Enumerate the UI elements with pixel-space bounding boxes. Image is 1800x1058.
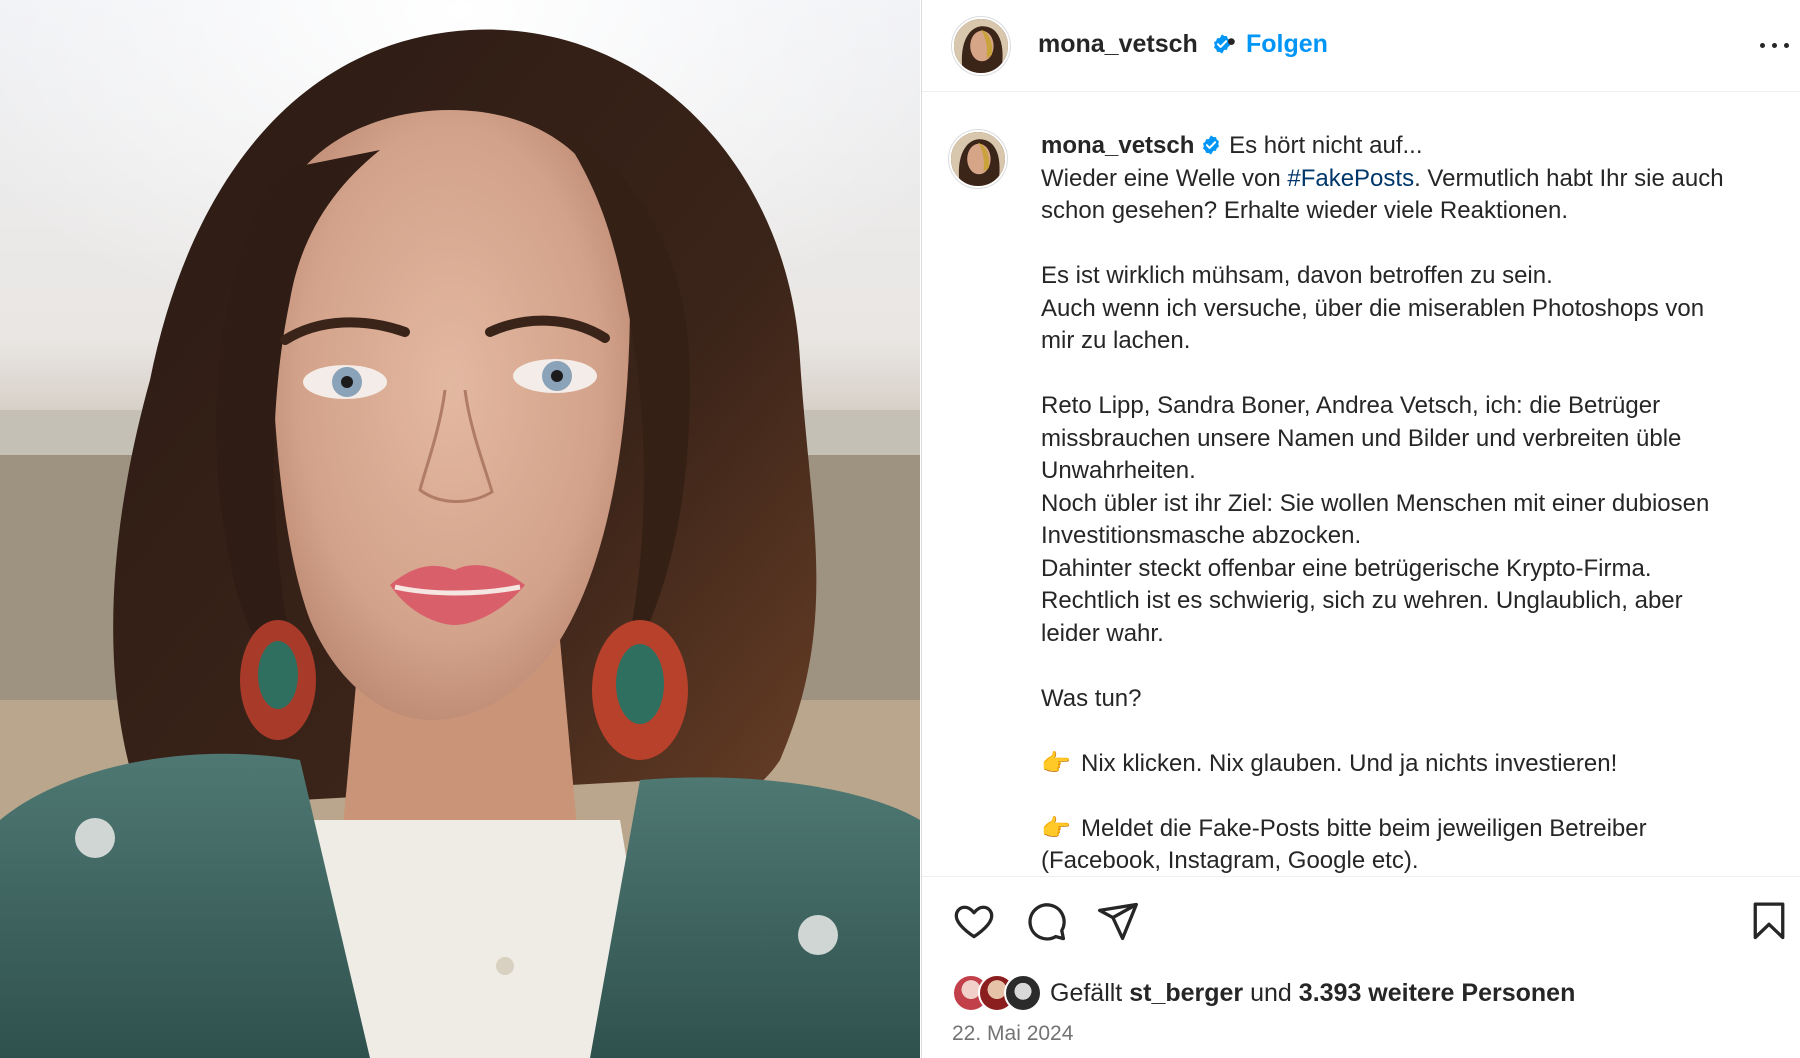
caption-line: Es ist wirklich mühsam, davon betroffen …: [1041, 262, 1553, 289]
verified-badge-icon: [1203, 135, 1220, 155]
caption-line: Unwahrheiten.: [1041, 457, 1196, 484]
more-options-icon[interactable]: [1758, 30, 1792, 60]
caption-line: Rechtlich ist es schwierig, sich zu wehr…: [1041, 587, 1683, 614]
caption-line: mir zu lachen.: [1041, 327, 1191, 354]
pointing-hand-icon: 👉: [1041, 814, 1071, 842]
likes-count-link[interactable]: 3.393 weitere Personen: [1299, 979, 1576, 1008]
caption-section: mona_vetsch Es hört nicht auf... Wieder …: [922, 92, 1800, 876]
caption-line: Meldet die Fake-Posts bitte beim jeweili…: [1081, 814, 1647, 842]
caption-line: missbrauchen unsere Namen und Bilder und…: [1041, 424, 1682, 452]
profile-avatar[interactable]: [952, 17, 1010, 75]
username-link[interactable]: mona_vetsch: [1038, 30, 1233, 59]
paper-plane-icon[interactable]: [1096, 899, 1140, 943]
post-photo[interactable]: [0, 0, 920, 1058]
post-sidebar: mona_vetsch • Folgen mona_vetsch Es hört…: [921, 0, 1800, 1058]
caption-line: Noch übler ist ihr Ziel: Sie wollen Mens…: [1041, 489, 1710, 517]
caption-line: Nix klicken. Nix glauben. Und ja nichts …: [1081, 749, 1618, 777]
caption-avatar[interactable]: [949, 130, 1007, 188]
post-image-selfie: [0, 0, 920, 1058]
post-date[interactable]: 22. Mai 2024: [952, 1022, 1073, 1046]
username-text: mona_vetsch: [1038, 30, 1198, 58]
caption-text: mona_vetsch Es hört nicht auf... Wieder …: [1041, 130, 1786, 876]
post-header: mona_vetsch • Folgen: [922, 0, 1800, 92]
post-actions: Gefällt st_berger und 3.393 weitere Pers…: [922, 876, 1800, 1058]
avatar: [1004, 974, 1042, 1012]
likes-prefix: Gefällt: [1050, 978, 1123, 1007]
caption-line: leider wahr.: [1041, 619, 1164, 647]
likes-row: Gefällt st_berger und 3.393 weitere Pers…: [952, 973, 1575, 1013]
pointing-hand-icon: 👉: [1041, 749, 1071, 777]
caption-username[interactable]: mona_vetsch: [1041, 132, 1194, 159]
caption-line: . Vermutlich habt Ihr sie auch: [1414, 164, 1724, 192]
caption-line: Auch wenn ich versuche, über die miserab…: [1041, 294, 1705, 322]
bookmark-icon[interactable]: [1747, 899, 1791, 943]
caption-line: Reto Lipp, Sandra Boner, Andrea Vetsch, …: [1041, 392, 1661, 419]
liker-avatars[interactable]: [952, 974, 1044, 1012]
liker-username-link[interactable]: st_berger: [1129, 979, 1243, 1008]
comment-icon[interactable]: [1024, 899, 1068, 943]
hashtag-link[interactable]: #FakePosts: [1287, 165, 1414, 192]
caption-line: Investitionsmasche abzocken.: [1041, 522, 1362, 549]
caption-line: Was tun?: [1041, 684, 1142, 712]
caption-first-line: Es hört nicht auf...: [1229, 132, 1423, 159]
caption-line: schon gesehen? Erhalte wieder viele Reak…: [1041, 197, 1569, 224]
heart-icon[interactable]: [952, 899, 996, 943]
likes-middle: und: [1250, 978, 1292, 1007]
caption-line: Wieder eine Welle von: [1041, 164, 1288, 192]
caption-line: (Facebook, Instagram, Google etc).: [1041, 847, 1419, 874]
follow-button[interactable]: Folgen: [1246, 30, 1328, 59]
separator-dot: •: [1227, 28, 1236, 56]
caption-line: Dahinter steckt offenbar eine betrügeris…: [1041, 554, 1652, 582]
